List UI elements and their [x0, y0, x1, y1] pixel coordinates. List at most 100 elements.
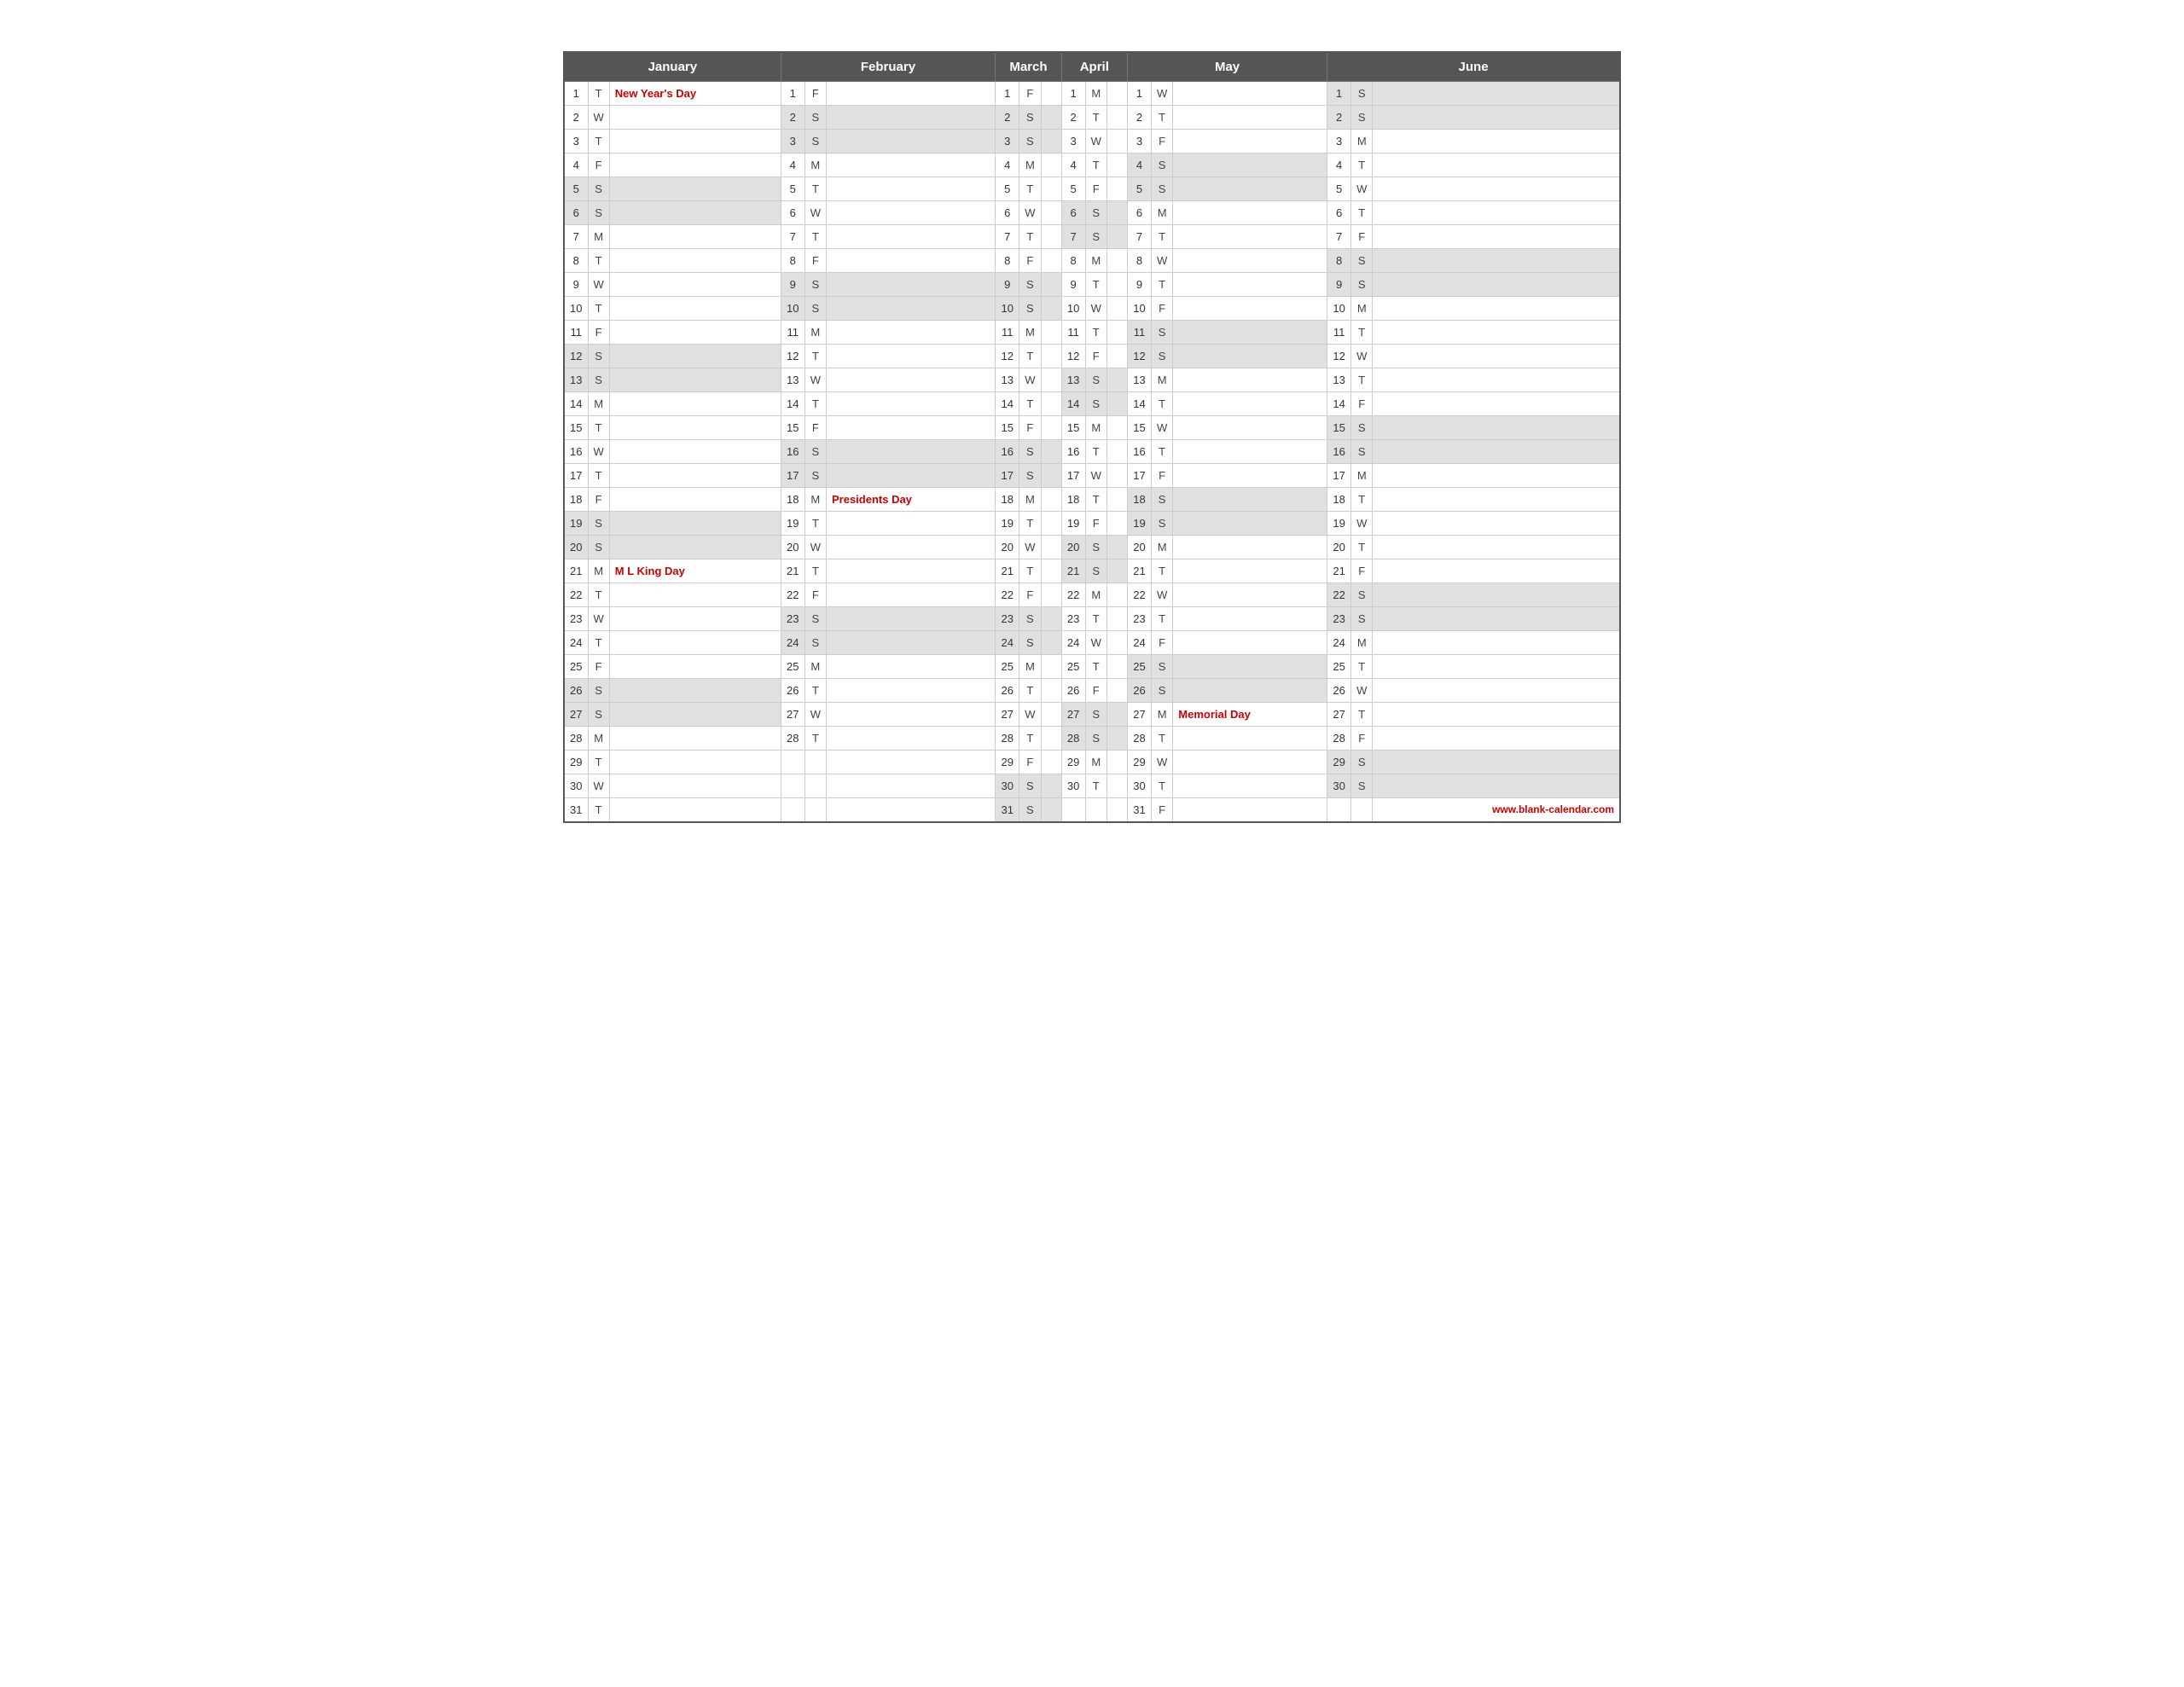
day-letter-january-27: S [588, 703, 609, 727]
day-num-june-27: 27 [1327, 703, 1351, 727]
day-event-april-6 [1107, 201, 1127, 225]
day-num-april-7: 7 [1061, 225, 1085, 249]
day-event-may-20 [1173, 536, 1327, 559]
day-num-may-5: 5 [1128, 177, 1152, 201]
day-num-june-9: 9 [1327, 273, 1351, 297]
day-num-march-20: 20 [996, 536, 1019, 559]
day-letter-april-30: T [1085, 774, 1107, 798]
day-letter-june-16: S [1351, 440, 1373, 464]
day-num-january-20: 20 [564, 536, 588, 559]
day-letter-january-5: S [588, 177, 609, 201]
day-event-february-19 [826, 512, 995, 536]
header-mar: March [996, 52, 1061, 82]
day-letter-march-3: S [1019, 130, 1041, 154]
day-num-march-15: 15 [996, 416, 1019, 440]
day-num-january-30: 30 [564, 774, 588, 798]
day-letter-january-2: W [588, 106, 609, 130]
day-num-june-14: 14 [1327, 392, 1351, 416]
day-letter-march-10: S [1019, 297, 1041, 321]
day-event-march-9 [1041, 273, 1061, 297]
day-letter-march-30: S [1019, 774, 1041, 798]
header-jan: January [564, 52, 781, 82]
day-num-february-26: 26 [781, 679, 804, 703]
day-event-may-2 [1173, 106, 1327, 130]
day-num-february-20: 20 [781, 536, 804, 559]
day-event-april-16 [1107, 440, 1127, 464]
day-num-february-17: 17 [781, 464, 804, 488]
day-letter-march-20: W [1019, 536, 1041, 559]
day-num-june-13: 13 [1327, 368, 1351, 392]
day-event-june-20 [1373, 536, 1620, 559]
day-num-february-5: 5 [781, 177, 804, 201]
day-letter-may-27: M [1152, 703, 1173, 727]
day-letter-may-8: W [1152, 249, 1173, 273]
day-num-june-26: 26 [1327, 679, 1351, 703]
day-event-may-11 [1173, 321, 1327, 345]
day-letter-march-18: M [1019, 488, 1041, 512]
day-event-february-28 [826, 727, 995, 751]
day-event-may-8 [1173, 249, 1327, 273]
day-event-may-19 [1173, 512, 1327, 536]
day-num-february-31 [781, 798, 804, 822]
day-event-january-3 [609, 130, 781, 154]
day-num-may-1: 1 [1128, 82, 1152, 106]
day-event-april-23 [1107, 607, 1127, 631]
day-event-may-17 [1173, 464, 1327, 488]
day-letter-april-18: T [1085, 488, 1107, 512]
day-event-february-21 [826, 559, 995, 583]
day-letter-june-5: W [1351, 177, 1373, 201]
day-event-june-25 [1373, 655, 1620, 679]
day-event-april-9 [1107, 273, 1127, 297]
day-event-january-22 [609, 583, 781, 607]
day-event-february-14 [826, 392, 995, 416]
day-num-january-2: 2 [564, 106, 588, 130]
day-num-may-2: 2 [1128, 106, 1152, 130]
day-letter-january-4: F [588, 154, 609, 177]
day-num-march-13: 13 [996, 368, 1019, 392]
day-event-march-24 [1041, 631, 1061, 655]
day-num-january-7: 7 [564, 225, 588, 249]
day-num-april-12: 12 [1061, 345, 1085, 368]
day-event-january-12 [609, 345, 781, 368]
day-num-june-1: 1 [1327, 82, 1351, 106]
day-letter-may-20: M [1152, 536, 1173, 559]
day-letter-april-12: F [1085, 345, 1107, 368]
day-num-march-18: 18 [996, 488, 1019, 512]
day-letter-may-12: S [1152, 345, 1173, 368]
day-letter-april-7: S [1085, 225, 1107, 249]
day-letter-april-24: W [1085, 631, 1107, 655]
day-event-january-15 [609, 416, 781, 440]
day-letter-april-4: T [1085, 154, 1107, 177]
day-letter-june-11: T [1351, 321, 1373, 345]
day-num-may-4: 4 [1128, 154, 1152, 177]
day-num-may-8: 8 [1128, 249, 1152, 273]
day-num-june-12: 12 [1327, 345, 1351, 368]
day-event-may-18 [1173, 488, 1327, 512]
day-letter-march-6: W [1019, 201, 1041, 225]
day-num-february-22: 22 [781, 583, 804, 607]
day-letter-may-22: W [1152, 583, 1173, 607]
day-letter-february-15: F [804, 416, 826, 440]
day-num-june-11: 11 [1327, 321, 1351, 345]
day-num-january-14: 14 [564, 392, 588, 416]
day-event-may-27: Memorial Day [1173, 703, 1327, 727]
day-num-june-29: 29 [1327, 751, 1351, 774]
day-event-april-13 [1107, 368, 1127, 392]
day-num-march-24: 24 [996, 631, 1019, 655]
day-event-february-24 [826, 631, 995, 655]
day-event-january-25 [609, 655, 781, 679]
day-event-january-10 [609, 297, 781, 321]
day-num-january-25: 25 [564, 655, 588, 679]
day-letter-january-15: T [588, 416, 609, 440]
day-event-april-27 [1107, 703, 1127, 727]
day-letter-february-22: F [804, 583, 826, 607]
day-num-april-21: 21 [1061, 559, 1085, 583]
day-letter-june-6: T [1351, 201, 1373, 225]
day-num-march-27: 27 [996, 703, 1019, 727]
day-letter-june-23: S [1351, 607, 1373, 631]
day-event-may-4 [1173, 154, 1327, 177]
day-letter-march-7: T [1019, 225, 1041, 249]
day-num-march-2: 2 [996, 106, 1019, 130]
day-letter-february-8: F [804, 249, 826, 273]
day-letter-january-1: T [588, 82, 609, 106]
